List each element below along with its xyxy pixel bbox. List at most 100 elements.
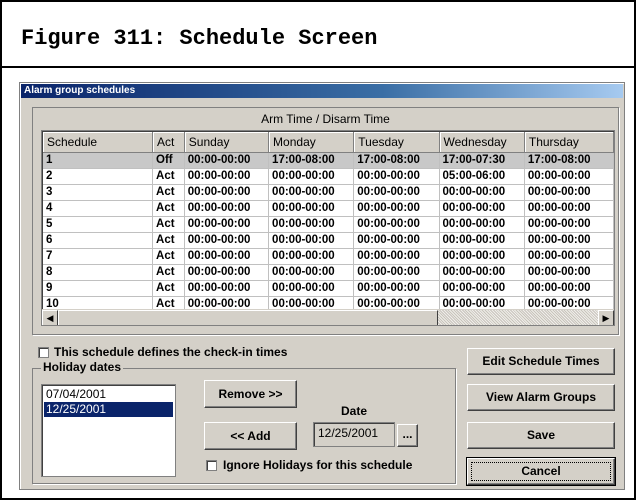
table-cell[interactable]: 00:00-00:00 bbox=[184, 216, 270, 233]
table-cell[interactable]: 1 bbox=[43, 152, 154, 169]
table-cell[interactable]: 00:00-00:00 bbox=[524, 200, 614, 217]
table-cell[interactable]: 00:00-00:00 bbox=[268, 216, 355, 233]
table-row[interactable]: 9 Act 00:00-00:00 00:00-00:00 00:00-00:00 00:… bbox=[43, 280, 614, 297]
column-header[interactable]: Monday bbox=[268, 132, 355, 153]
holiday-dates-list[interactable]: 07/04/2001 12/25/2001 bbox=[41, 384, 176, 477]
list-item[interactable]: 07/04/2001 bbox=[44, 387, 173, 402]
column-header[interactable]: Thursday bbox=[524, 132, 614, 153]
table-row[interactable]: 1 Off 00:00-00:00 17:00-08:00 17:00-08:00 17:… bbox=[43, 152, 614, 169]
table-row[interactable]: 2 Act 00:00-00:00 00:00-00:00 00:00-00:00 05:… bbox=[43, 168, 614, 185]
table-cell[interactable]: 00:00-00:00 bbox=[353, 216, 440, 233]
table-cell[interactable]: 00:00-00:00 bbox=[184, 184, 270, 201]
table-cell[interactable]: 00:00-00:00 bbox=[353, 232, 440, 249]
column-header[interactable]: Sunday bbox=[184, 132, 270, 153]
table-cell[interactable]: 00:00-00:00 bbox=[524, 216, 614, 233]
table-cell[interactable]: Act bbox=[152, 248, 185, 265]
table-cell[interactable]: 00:00-00:00 bbox=[524, 168, 614, 185]
column-header[interactable]: Wednesday bbox=[439, 132, 525, 153]
table-cell[interactable]: Act bbox=[152, 216, 185, 233]
table-cell[interactable]: 00:00-00:00 bbox=[353, 248, 440, 265]
table-cell[interactable]: 00:00-00:00 bbox=[439, 264, 525, 281]
table-cell[interactable]: 00:00-00:00 bbox=[184, 200, 270, 217]
table-cell[interactable]: 00:00-00:00 bbox=[353, 184, 440, 201]
table-cell[interactable]: 3 bbox=[43, 184, 154, 201]
table-cell[interactable]: 4 bbox=[43, 200, 154, 217]
table-cell[interactable]: 00:00-00:00 bbox=[268, 168, 355, 185]
table-cell[interactable]: 00:00-00:00 bbox=[353, 200, 440, 217]
table-cell[interactable]: 00:00-00:00 bbox=[268, 248, 355, 265]
table-cell[interactable]: 00:00-00:00 bbox=[439, 232, 525, 249]
table-cell[interactable]: 00:00-00:00 bbox=[268, 264, 355, 281]
table-cell[interactable]: 00:00-00:00 bbox=[524, 232, 614, 249]
table-cell[interactable]: 00:00-00:00 bbox=[184, 264, 270, 281]
table-cell[interactable]: Act bbox=[152, 168, 185, 185]
table-cell[interactable]: 00:00-00:00 bbox=[524, 264, 614, 281]
table-cell[interactable]: 00:00-00:00 bbox=[439, 248, 525, 265]
table-cell[interactable]: 00:00-00:00 bbox=[184, 232, 270, 249]
table-cell[interactable]: 7 bbox=[43, 248, 154, 265]
table-cell[interactable]: 00:00-00:00 bbox=[268, 184, 355, 201]
table-cell[interactable]: 17:00-08:00 bbox=[524, 152, 614, 169]
table-cell[interactable]: 17:00-08:00 bbox=[268, 152, 355, 169]
table-cell[interactable]: 5 bbox=[43, 216, 154, 233]
scroll-right-arrow-icon[interactable]: ▶ bbox=[598, 310, 614, 325]
table-cell[interactable]: 00:00-00:00 bbox=[353, 168, 440, 185]
table-row[interactable]: 4 Act 00:00-00:00 00:00-00:00 00:00-00:00 00:… bbox=[43, 200, 614, 217]
table-cell[interactable]: 00:00-00:00 bbox=[268, 232, 355, 249]
table-cell[interactable]: 8 bbox=[43, 264, 154, 281]
table-cell[interactable]: 2 bbox=[43, 168, 154, 185]
remove-button[interactable]: Remove >> bbox=[204, 380, 297, 408]
view-alarm-groups-button[interactable]: View Alarm Groups bbox=[467, 384, 615, 411]
cancel-button[interactable]: Cancel bbox=[466, 457, 616, 486]
table-cell[interactable]: Off bbox=[152, 152, 185, 169]
table-cell[interactable]: 17:00-08:00 bbox=[353, 152, 440, 169]
table-cell[interactable]: 00:00-00:00 bbox=[439, 216, 525, 233]
table-cell[interactable]: 00:00-00:00 bbox=[524, 280, 614, 297]
table-cell[interactable]: 00:00-00:00 bbox=[439, 184, 525, 201]
table-cell[interactable]: 00:00-00:00 bbox=[439, 200, 525, 217]
schedule-dialog: Alarm group schedules Arm Time / Disarm … bbox=[19, 82, 625, 490]
table-cell[interactable]: Act bbox=[152, 200, 185, 217]
table-cell[interactable]: 00:00-00:00 bbox=[439, 280, 525, 297]
table-cell[interactable]: 00:00-00:00 bbox=[353, 280, 440, 297]
schedule-grid[interactable]: Schedule Act Sunday Monday Tuesday Wednesday T… bbox=[41, 130, 615, 326]
save-button[interactable]: Save bbox=[467, 422, 615, 449]
table-cell[interactable]: 00:00-00:00 bbox=[184, 168, 270, 185]
ignore-holidays-checkbox[interactable] bbox=[206, 460, 217, 471]
table-row[interactable]: 3 Act 00:00-00:00 00:00-00:00 00:00-00:00 00:… bbox=[43, 184, 614, 201]
table-cell[interactable]: 9 bbox=[43, 280, 154, 297]
table-cell[interactable]: 05:00-06:00 bbox=[439, 168, 525, 185]
date-field[interactable]: 12/25/2001 bbox=[313, 422, 395, 447]
holiday-dates-title: Holiday dates bbox=[41, 360, 124, 374]
table-row[interactable]: 7 Act 00:00-00:00 00:00-00:00 00:00-00:00 00:… bbox=[43, 248, 614, 265]
checkin-checkbox[interactable] bbox=[38, 347, 49, 358]
table-row[interactable]: 5 Act 00:00-00:00 00:00-00:00 00:00-00:00 00:… bbox=[43, 216, 614, 233]
edit-schedule-times-button[interactable]: Edit Schedule Times bbox=[467, 348, 615, 375]
table-cell[interactable]: 17:00-07:30 bbox=[439, 152, 525, 169]
table-cell[interactable]: 00:00-00:00 bbox=[184, 248, 270, 265]
table-cell[interactable]: 00:00-00:00 bbox=[184, 280, 270, 297]
table-cell[interactable]: Act bbox=[152, 232, 185, 249]
table-cell[interactable]: 00:00-00:00 bbox=[524, 184, 614, 201]
table-cell[interactable]: 00:00-00:00 bbox=[524, 248, 614, 265]
column-header[interactable]: Act bbox=[152, 132, 185, 153]
table-row[interactable]: 6 Act 00:00-00:00 00:00-00:00 00:00-00:00 00:… bbox=[43, 232, 614, 249]
scroll-left-arrow-icon[interactable]: ◀ bbox=[42, 310, 58, 325]
table-cell[interactable]: Act bbox=[152, 280, 185, 297]
table-row[interactable]: 8 Act 00:00-00:00 00:00-00:00 00:00-00:00 00:… bbox=[43, 264, 614, 281]
table-cell[interactable]: 00:00-00:00 bbox=[353, 264, 440, 281]
column-header[interactable]: Schedule bbox=[43, 132, 154, 153]
date-browse-button[interactable]: ... bbox=[397, 424, 418, 447]
scroll-thumb[interactable] bbox=[58, 310, 438, 325]
table-cell[interactable]: Act bbox=[152, 184, 185, 201]
table-cell[interactable]: Act bbox=[152, 264, 185, 281]
add-button[interactable]: << Add bbox=[204, 422, 297, 450]
table-cell[interactable]: 00:00-00:00 bbox=[268, 200, 355, 217]
scroll-track[interactable] bbox=[438, 310, 598, 325]
horizontal-scrollbar[interactable]: ◀ ▶ bbox=[42, 309, 614, 325]
list-item[interactable]: 12/25/2001 bbox=[44, 402, 173, 417]
table-cell[interactable]: 00:00-00:00 bbox=[184, 152, 270, 169]
table-cell[interactable]: 6 bbox=[43, 232, 154, 249]
table-cell[interactable]: 00:00-00:00 bbox=[268, 280, 355, 297]
column-header[interactable]: Tuesday bbox=[353, 132, 440, 153]
